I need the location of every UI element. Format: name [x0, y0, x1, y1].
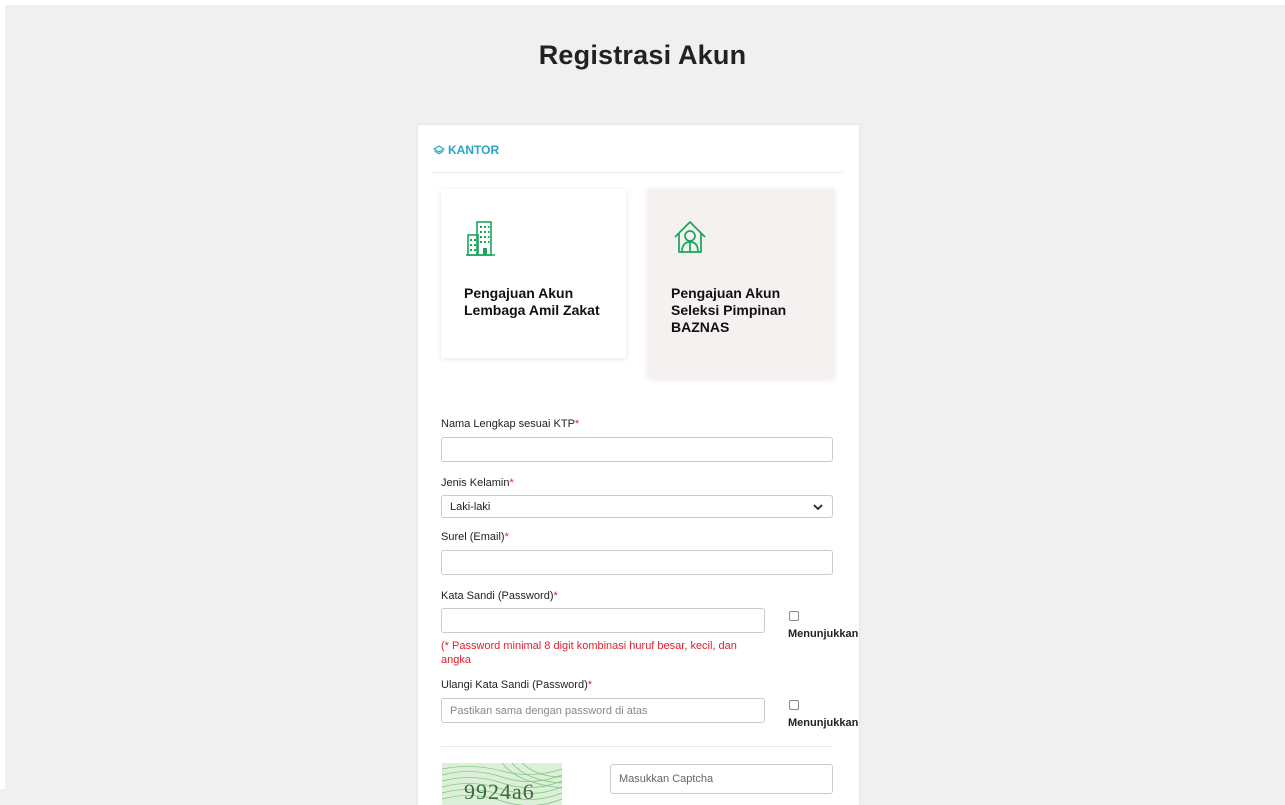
show-password-checkbox[interactable]: [789, 611, 799, 621]
password-label-text: Kata Sandi (Password): [441, 590, 554, 602]
option-label: Pengajuan Akun Seleksi Pimpinan BAZNAS: [671, 285, 787, 335]
email-label-text: Surel (Email): [441, 531, 505, 543]
window-left-edge: [0, 0, 5, 789]
email-input[interactable]: [441, 550, 833, 575]
option-seleksi-pimpinan[interactable]: Pengajuan Akun Seleksi Pimpinan BAZNAS: [648, 189, 834, 378]
window-top-edge: [0, 0, 1285, 5]
confirm-password-input[interactable]: [441, 698, 765, 723]
gender-select[interactable]: Laki-laki: [441, 495, 833, 518]
section-divider: [432, 172, 843, 173]
password-input[interactable]: [441, 608, 765, 633]
leader-house-icon: [672, 219, 708, 255]
section-label: KANTOR: [448, 143, 500, 157]
show-password-label: Menunjukkan: [788, 628, 859, 640]
required-mark: *: [504, 531, 509, 543]
required-mark: *: [574, 418, 580, 430]
email-label: Surel (Email)*: [441, 531, 509, 543]
required-mark: *: [509, 477, 514, 489]
required-mark: *: [587, 679, 593, 691]
section-header: KANTOR: [432, 143, 500, 157]
confirm-password-label-text: Ulangi Kata Sandi (Password): [441, 679, 588, 691]
registration-card: KANTOR Pengajuan Akun Lembaga Amil Zakat…: [418, 125, 859, 805]
chevron-down-icon: [812, 501, 824, 513]
nama-label: Nama Lengkap sesuai KTP*: [441, 418, 579, 430]
show-confirm-password-toggle[interactable]: Menunjukkan: [788, 700, 858, 729]
captcha-image: 9924a6: [442, 763, 562, 805]
show-confirm-password-checkbox[interactable]: [789, 700, 799, 710]
show-confirm-password-label: Menunjukkan: [788, 717, 859, 729]
captcha-text: 9924a6: [464, 779, 535, 804]
nama-label-text: Nama Lengkap sesuai KTP: [441, 418, 575, 430]
password-hint: (* Password minimal 8 digit kombinasi hu…: [441, 640, 737, 666]
nama-input[interactable]: [441, 437, 833, 462]
layers-icon: [432, 144, 446, 156]
option-lembaga-amil-zakat[interactable]: Pengajuan Akun Lembaga Amil Zakat: [441, 189, 626, 358]
captcha-divider: [441, 746, 833, 747]
gender-label: Jenis Kelamin*: [441, 477, 514, 489]
password-label: Kata Sandi (Password)*: [441, 590, 558, 602]
required-mark: *: [553, 590, 558, 602]
gender-selected-value: Laki-laki: [450, 500, 491, 513]
option-label: Pengajuan Akun Lembaga Amil Zakat: [464, 285, 600, 318]
page-title: Registrasi Akun: [538, 40, 747, 70]
confirm-password-label: Ulangi Kata Sandi (Password)*: [441, 679, 592, 691]
building-icon: [465, 219, 501, 256]
gender-label-text: Jenis Kelamin: [441, 477, 510, 489]
captcha-input[interactable]: [610, 764, 833, 794]
show-password-toggle[interactable]: Menunjukkan: [788, 611, 858, 640]
